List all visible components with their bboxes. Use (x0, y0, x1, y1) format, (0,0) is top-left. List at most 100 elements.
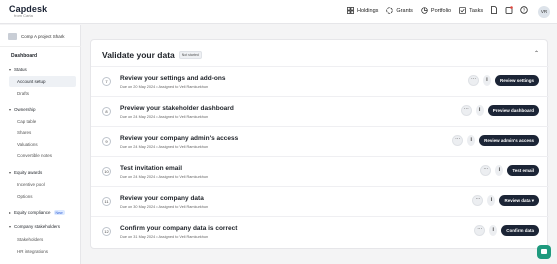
sidebar-group-ownership[interactable]: ▾ Ownership (9, 107, 36, 112)
step-row: 11 Review your company data Due on 30 Ma… (91, 186, 549, 216)
chevron-up-icon[interactable]: ⌃ (534, 50, 539, 57)
nav-portfolio-label: Portfolio (430, 7, 452, 14)
company-logo (8, 33, 17, 40)
step-meta: Due on 24 May 2024 • Assigned to Veli Ra… (120, 145, 209, 149)
nav-grants[interactable]: Grants (386, 7, 413, 14)
info-icon[interactable]: i (475, 105, 484, 116)
user-avatar[interactable]: VR (538, 6, 550, 18)
logo[interactable]: Capdesk from Carta (9, 4, 47, 18)
sidebar-group-label: Company stakeholders (14, 224, 61, 229)
review-admin-access-button[interactable]: Review admin's access (479, 135, 539, 146)
test-email-button[interactable]: Test email (507, 165, 539, 176)
step-meta: Due on 30 May 2024 • Assigned to Veli Ra… (120, 205, 209, 209)
sidebar-group-company-stakeholders[interactable]: ▾ Company stakeholders (9, 224, 60, 229)
help-icon[interactable]: ? (520, 6, 528, 14)
more-options-button[interactable]: ··· (472, 195, 484, 206)
chevron-down-icon: ▾ (9, 170, 12, 175)
sidebar-item-valuations[interactable]: Valuations (17, 142, 38, 147)
grants-icon (386, 7, 394, 14)
preview-dashboard-button[interactable]: Preview dashboard (487, 105, 539, 116)
step-row: 7 Review your settings and add-ons Due o… (91, 66, 549, 96)
nav-tasks[interactable]: Tasks (459, 7, 483, 14)
chevron-right-icon: ▸ (9, 210, 12, 215)
nav-tasks-label: Tasks (469, 7, 484, 14)
top-nav: Holdings Grants Portfolio Tasks (347, 7, 483, 14)
new-badge: New (53, 210, 65, 215)
step-actions: ··· i Review settings (467, 75, 539, 86)
top-icons: ? (490, 6, 528, 14)
nav-grants-label: Grants (396, 7, 413, 14)
sidebar-item-hr-integrations[interactable]: HR integrations (17, 249, 48, 254)
info-icon[interactable]: i (467, 135, 476, 146)
step-number: 12 (102, 227, 111, 236)
more-options-button[interactable]: ··· (460, 105, 472, 116)
step-number: 8 (102, 107, 111, 116)
step-actions: ··· i Review data ▾ (472, 195, 539, 206)
info-icon[interactable]: i (487, 195, 496, 206)
company-switcher[interactable]: Comp A project Shark (8, 33, 65, 40)
info-icon[interactable]: i (489, 225, 498, 236)
nav-portfolio[interactable]: Portfolio (421, 7, 451, 14)
step-number: 10 (102, 167, 111, 176)
info-icon[interactable]: i (495, 165, 504, 176)
step-title: Review your company data (120, 195, 204, 202)
more-options-button[interactable]: ··· (467, 75, 479, 86)
card-header: Validate your data Not started (102, 50, 202, 60)
card-title: Validate your data (102, 50, 175, 60)
step-row: 12 Confirm your company data is correct … (91, 216, 549, 246)
svg-text:?: ? (523, 8, 526, 13)
document-icon[interactable] (490, 6, 498, 14)
sidebar-item-incentive-pool[interactable]: Incentive pool (17, 182, 45, 187)
step-number: 11 (102, 197, 111, 206)
step-meta: Due on 31 May 2024 • Assigned to Veli Ra… (120, 235, 209, 239)
review-settings-button[interactable]: Review settings (494, 75, 539, 86)
sidebar-item-cap-table[interactable]: Cap table (17, 119, 36, 124)
step-title: Preview your stakeholder dashboard (120, 105, 234, 112)
step-actions: ··· i Confirm data (474, 225, 539, 236)
sidebar-item-shares[interactable]: Shares (17, 130, 31, 135)
sidebar-item-account-setup[interactable]: Account setup (9, 76, 76, 87)
sidebar-group-label: Ownership (14, 107, 36, 112)
company-name: Comp A project Shark (21, 34, 65, 39)
sidebar-group-label: Equity compliance (14, 210, 51, 215)
notification-icon[interactable] (505, 6, 513, 14)
status-badge: Not started (178, 51, 202, 59)
step-actions: ··· i Test email (480, 165, 539, 176)
step-row: 8 Preview your stakeholder dashboard Due… (91, 96, 549, 126)
step-actions: ··· i Preview dashboard (460, 105, 539, 116)
info-icon[interactable]: i (482, 75, 491, 86)
step-meta: Due on 20 May 2024 • Assigned to Veli Ra… (120, 85, 209, 89)
step-title: Review your company admin's access (120, 135, 239, 142)
chevron-down-icon: ▾ (9, 107, 12, 112)
step-row: 9 Review your company admin's access Due… (91, 126, 549, 156)
more-options-button[interactable]: ··· (452, 135, 464, 146)
more-options-button[interactable]: ··· (480, 165, 492, 176)
step-title: Confirm your company data is correct (120, 225, 238, 232)
step-meta: Due on 24 May 2024 • Assigned to Veli Ra… (120, 175, 209, 179)
sidebar-group-status[interactable]: ▾ Status (9, 67, 27, 72)
nav-holdings[interactable]: Holdings (347, 7, 378, 14)
review-data-button[interactable]: Review data ▾ (499, 195, 539, 206)
step-title: Review your settings and add-ons (120, 75, 226, 82)
top-bar: Capdesk from Carta Holdings Grants Portf… (0, 0, 557, 24)
step-row: 10 Test invitation email Due on 24 May 2… (91, 156, 549, 186)
chat-icon[interactable] (537, 245, 551, 259)
sidebar: Comp A project Shark Dashboard ▾ Status … (0, 25, 81, 264)
sidebar-item-options[interactable]: Options (17, 194, 33, 199)
step-number: 7 (102, 77, 111, 86)
confirm-data-button[interactable]: Confirm data (501, 225, 539, 236)
chevron-down-icon: ▾ (9, 67, 12, 72)
step-actions: ··· i Review admin's access (452, 135, 539, 146)
sidebar-divider (0, 46, 81, 47)
more-options-button[interactable]: ··· (474, 225, 486, 236)
sidebar-item-convertible-notes[interactable]: Convertible notes (17, 153, 52, 158)
sidebar-group-equity-compliance[interactable]: ▸ Equity compliance New (9, 210, 65, 215)
sidebar-item-stakeholders[interactable]: Stakeholders (17, 237, 43, 242)
tasks-icon (459, 7, 467, 14)
chevron-down-icon: ▾ (9, 224, 12, 229)
sidebar-item-drafts[interactable]: Drafts (17, 91, 29, 96)
validate-data-card: Validate your data Not started ⌃ 7 Revie… (90, 39, 549, 249)
sidebar-group-equity-awards[interactable]: ▾ Equity awards (9, 170, 42, 175)
portfolio-icon (421, 7, 428, 14)
sidebar-section-dashboard[interactable]: Dashboard (11, 53, 37, 59)
